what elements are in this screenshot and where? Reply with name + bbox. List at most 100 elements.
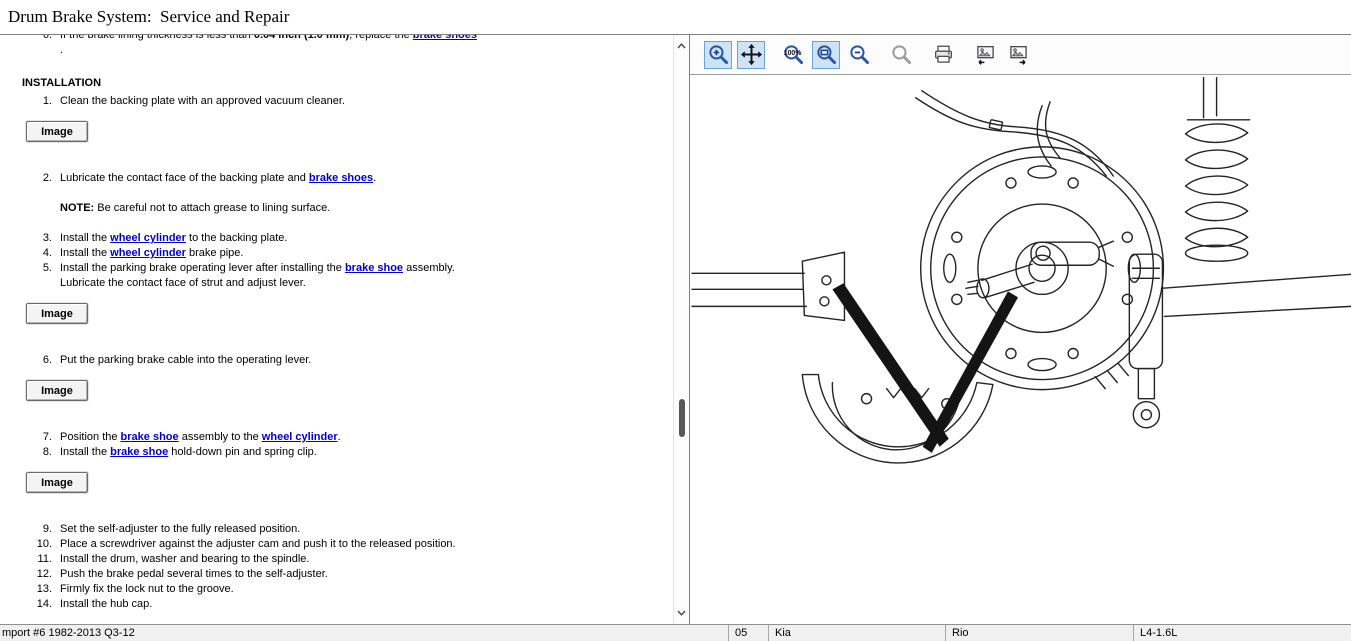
doc-text: .	[373, 172, 376, 184]
printer-icon	[932, 43, 955, 66]
step-text: Install the drum, washer and bearing to …	[60, 552, 309, 567]
doc-link[interactable]: brake shoe	[121, 431, 179, 443]
magnifier-button	[887, 41, 915, 69]
doc-link[interactable]: brake shoe	[345, 262, 403, 274]
figure-prev-icon	[974, 43, 997, 66]
doc-link[interactable]: wheel cylinder	[262, 431, 338, 443]
doc-link[interactable]: brake shoe	[110, 446, 168, 458]
doc-text: Place a screwdriver against the adjuster…	[60, 538, 456, 550]
image-button[interactable]: Image	[26, 121, 88, 142]
doc-link[interactable]: brake shoes	[309, 172, 373, 184]
doc-text: Install the	[60, 247, 110, 259]
zoom-area-button[interactable]	[812, 41, 840, 69]
doc-text: Put the parking brake cable into the ope…	[60, 354, 311, 366]
step-item: 9. Set the self-adjuster to the fully rel…	[22, 522, 667, 537]
step-number: 10.	[22, 537, 52, 552]
status-bar: mport #6 1982-2013 Q3-12 05KiaRioL4-1.6L	[0, 624, 1351, 641]
doc-link[interactable]: wheel cylinder	[110, 247, 186, 259]
image-button[interactable]: Image	[26, 303, 88, 324]
doc-text: Clean the backing plate with an approved…	[60, 95, 345, 107]
scroll-down-button[interactable]	[674, 605, 689, 621]
image-button[interactable]: Image	[26, 380, 88, 401]
zoom-out-button[interactable]	[845, 41, 873, 69]
step-text: Firmly fix the lock nut to the groove.	[60, 582, 234, 597]
doc-text: Install the hub cap.	[60, 598, 152, 610]
step-number: 7.	[22, 430, 52, 445]
step-item: 8.Install the brake shoe hold-down pin a…	[22, 445, 667, 460]
doc-text: brake pipe.	[186, 247, 243, 259]
status-cells: 05KiaRioL4-1.6L	[728, 625, 1351, 641]
step-item: 6.Put the parking brake cable into the o…	[22, 353, 667, 368]
pan-button[interactable]	[737, 41, 765, 69]
doc-text: Push the brake pedal several times to th…	[60, 568, 328, 580]
doc-text: Lubricate the contact face of the backin…	[60, 172, 309, 184]
step-number: 3.	[22, 231, 52, 246]
doc-text: Install the	[60, 232, 110, 244]
zoom-100-icon: 100%	[782, 43, 805, 66]
document-panel: 6.If the brake lining thickness is less …	[0, 34, 690, 624]
brake-pipes	[916, 91, 1114, 176]
zoom-100-button[interactable]: 100%	[779, 41, 807, 69]
status-dataset: mport #6 1982-2013 Q3-12	[0, 625, 728, 641]
image-button[interactable]: Image	[26, 472, 88, 493]
doc-text: assembly to the	[179, 431, 262, 443]
doc-text: .	[338, 431, 341, 443]
step-text: If the brake lining thickness is less th…	[60, 35, 477, 58]
pan-icon	[740, 43, 763, 66]
step-number: 9.	[22, 522, 52, 537]
adjusting-tools	[832, 283, 1018, 453]
document-body: 6.If the brake lining thickness is less …	[0, 35, 673, 624]
viewer-toolbar: 100%	[690, 35, 1351, 75]
step-item: 2. Lubricate the contact face of the back…	[22, 171, 667, 186]
step-number: 11.	[22, 552, 52, 567]
step-text: Put the parking brake cable into the ope…	[60, 353, 311, 368]
vertical-scrollbar[interactable]	[673, 35, 689, 624]
step-item: 1.Clean the backing plate with an approv…	[22, 94, 667, 109]
step-number: 2.	[22, 171, 52, 186]
doc-link[interactable]: wheel cylinder	[110, 232, 186, 244]
doc-text: Lubricate the contact face of strut and …	[60, 277, 306, 289]
note-text: Be careful not to attach grease to linin…	[94, 202, 330, 214]
magnifier-icon	[890, 43, 913, 66]
zoom-in-icon	[707, 43, 730, 66]
shock-absorber	[1129, 254, 1162, 428]
brake-assembly-illustration	[690, 75, 1351, 624]
figure-prev-button[interactable]	[971, 41, 999, 69]
image-button-row: Image	[26, 472, 667, 493]
step-number: 12.	[22, 567, 52, 582]
coil-spring	[1185, 78, 1249, 262]
step-text: Place a screwdriver against the adjuster…	[60, 537, 456, 552]
doc-text: Firmly fix the lock nut to the groove.	[60, 583, 234, 595]
step-item: 5.Install the parking brake operating le…	[22, 261, 667, 291]
step-item: 12. Push the brake pedal several times to…	[22, 567, 667, 582]
scrollbar-thumb[interactable]	[679, 399, 685, 437]
doc-text: , replace the	[349, 35, 413, 41]
doc-text: assembly.	[403, 262, 455, 274]
status-cell-make: Kia	[768, 625, 945, 641]
svg-text:100%: 100%	[783, 50, 801, 57]
step-item: 4. Install the wheel cylinder brake pipe.	[22, 246, 667, 261]
step-number: 4.	[22, 246, 52, 261]
image-button-row: Image	[26, 303, 667, 324]
print-button[interactable]	[929, 41, 957, 69]
image-viewer-panel: 100%	[690, 34, 1351, 624]
step-item: 13.Firmly fix the lock nut to the groove…	[22, 582, 667, 597]
zoom-in-button[interactable]	[704, 41, 732, 69]
viewer-canvas	[690, 75, 1351, 624]
step-text: Install the wheel cylinder to the backin…	[60, 231, 287, 246]
zoom-out-icon	[848, 43, 871, 66]
doc-text: .	[60, 44, 63, 56]
doc-text: hold-down pin and spring clip.	[168, 446, 317, 458]
step-item: 6.If the brake lining thickness is less …	[22, 35, 667, 58]
scroll-up-button[interactable]	[674, 38, 689, 54]
step-item: 14.Install the hub cap.	[22, 597, 667, 612]
suspension-arm	[1161, 274, 1351, 316]
axle-beam	[692, 252, 844, 320]
doc-text: Position the	[60, 431, 121, 443]
zoom-area-icon	[815, 43, 838, 66]
image-button-row: Image	[26, 121, 667, 142]
figure-next-button[interactable]	[1004, 41, 1032, 69]
doc-link[interactable]: brake shoes	[413, 35, 477, 41]
step-item: 7. Position the brake shoe assembly to th…	[22, 430, 667, 445]
step-text: Set the self-adjuster to the fully relea…	[60, 522, 300, 537]
